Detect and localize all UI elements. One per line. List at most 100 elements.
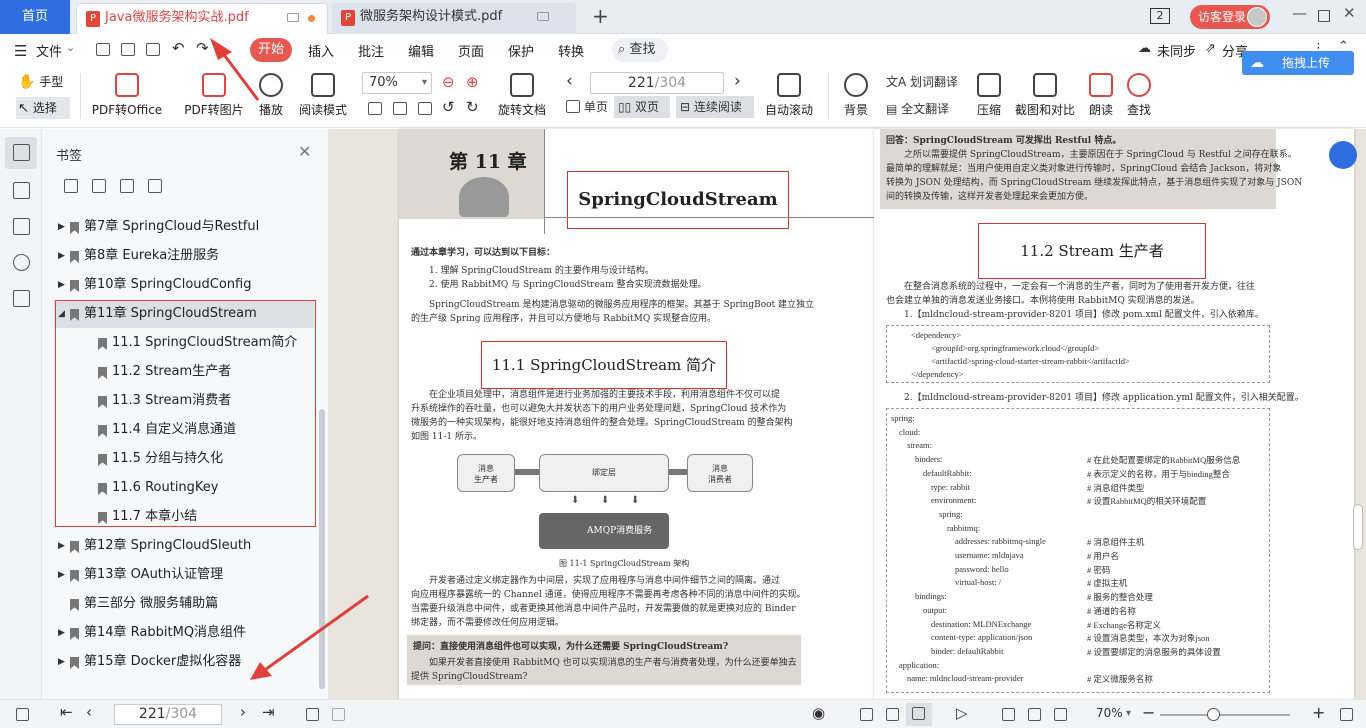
fit-width-icon[interactable] xyxy=(1054,708,1067,721)
comment-icon[interactable] xyxy=(13,218,30,235)
screen-icon[interactable] xyxy=(287,13,299,22)
fit-page-icon[interactable] xyxy=(393,102,407,115)
rotate-left-icon[interactable]: ↺ xyxy=(442,98,455,116)
bookmark-item[interactable]: ▶ 第12章 SpringCloudSleuth xyxy=(54,532,314,560)
fit-page-icon[interactable] xyxy=(1028,708,1041,721)
bookmark-item[interactable]: 第三部分 微服务辅助篇 xyxy=(54,590,314,618)
file-menu[interactable]: 文件 xyxy=(36,41,62,60)
share-icon[interactable]: ⇗ xyxy=(1205,41,1216,56)
menu-protect[interactable]: 保护 xyxy=(508,41,534,60)
bookmark-outline-icon[interactable] xyxy=(148,179,162,193)
chevron-down-icon[interactable]: ⌄ xyxy=(66,41,75,54)
screenshot-compare-button[interactable]: 截图和对比 xyxy=(1012,73,1078,118)
menu-convert[interactable]: 转换 xyxy=(558,41,584,60)
expand-arrow-icon[interactable]: ▶ xyxy=(58,648,65,676)
prev-page-icon[interactable]: ‹ xyxy=(86,703,92,721)
bookmark-item[interactable]: ▶ 第7章 SpringCloud与Restful xyxy=(54,213,314,241)
save-icon[interactable] xyxy=(121,43,135,56)
sidebar-toggle-icon[interactable] xyxy=(16,708,29,721)
bookmark-item[interactable]: ▶ 第10章 SpringCloudConfig xyxy=(54,271,314,299)
floating-assistant-button[interactable] xyxy=(1329,141,1357,169)
auto-scroll-button[interactable]: 自动滚动 xyxy=(760,73,818,118)
zoom-out-icon[interactable]: ⊖ xyxy=(442,73,455,91)
menu-edit[interactable]: 编辑 xyxy=(408,41,434,60)
pdf-to-image-button[interactable]: PDF转图片 xyxy=(182,73,246,118)
bookmark-panel-tab[interactable] xyxy=(5,137,37,169)
next-page-icon[interactable]: › xyxy=(734,71,741,91)
sync-status[interactable]: 未同步 xyxy=(1157,41,1196,60)
rotate-document-button[interactable]: 旋转文档 xyxy=(494,73,550,118)
redo-icon[interactable]: ↷ xyxy=(196,39,209,57)
close-icon[interactable]: ✕ xyxy=(1343,4,1356,22)
back-icon[interactable] xyxy=(306,708,319,721)
expand-arrow-icon[interactable]: ▶ xyxy=(58,619,65,647)
search-button[interactable]: ⌕ 查找 xyxy=(612,38,668,62)
scrollbar[interactable] xyxy=(319,409,325,689)
rotate-right-icon[interactable]: ↻ xyxy=(466,98,479,116)
drag-upload-button[interactable]: ☁ 拖拽上传 xyxy=(1242,51,1354,75)
expand-arrow-icon[interactable]: ▶ xyxy=(58,213,65,241)
menu-insert[interactable]: 插入 xyxy=(308,41,334,60)
compress-button[interactable]: 压缩 xyxy=(972,73,1006,118)
last-page-icon[interactable]: ⇥ xyxy=(262,703,275,721)
bookmark-item[interactable]: ▶ 第14章 RabbitMQ消息组件 xyxy=(54,619,314,647)
window-count-badge[interactable]: 2 xyxy=(1150,8,1170,24)
document-tab-active[interactable]: P Java微服务架构实战.pdf xyxy=(76,3,328,34)
play-icon[interactable]: ▷ xyxy=(956,704,968,722)
expand-arrow-icon[interactable]: ▶ xyxy=(58,561,65,589)
zoom-slider-knob[interactable] xyxy=(1207,708,1220,721)
find-button[interactable]: 查找 xyxy=(1124,73,1154,118)
read-aloud-button[interactable]: 朗读 xyxy=(1086,73,1116,118)
read-mode-button[interactable]: 阅读模式 xyxy=(296,73,350,118)
bookmark-item[interactable]: ▶ 第8章 Eureka注册服务 xyxy=(54,242,314,270)
minimize-icon[interactable]: — xyxy=(1292,4,1307,22)
add-bookmark-icon[interactable] xyxy=(64,179,78,193)
double-page-view-icon[interactable] xyxy=(886,708,899,721)
play-button[interactable]: 播放 xyxy=(254,73,288,118)
single-page-button[interactable]: 单页 xyxy=(566,98,608,115)
word-translate-button[interactable]: 文A 划词翻译 xyxy=(886,73,958,90)
select-tool[interactable]: ↖ 选择 xyxy=(16,97,70,119)
document-scrollbar[interactable] xyxy=(1353,504,1363,550)
guest-login-button[interactable]: 访客登录 xyxy=(1190,5,1270,29)
home-tab[interactable]: 首页 xyxy=(0,0,70,34)
single-page-view-icon[interactable] xyxy=(860,708,873,721)
menu-annotate[interactable]: 批注 xyxy=(358,41,384,60)
actual-size-icon[interactable] xyxy=(368,102,382,115)
zoom-level[interactable]: 70% xyxy=(1096,706,1123,720)
menu-start-tab[interactable]: 开始 xyxy=(250,38,292,62)
expand-arrow-icon[interactable]: ▶ xyxy=(58,532,65,560)
zoom-select[interactable]: 70% ▾ xyxy=(362,72,432,94)
document-tab[interactable]: P 微服务架构设计模式.pdf xyxy=(332,3,576,34)
page-number-input[interactable]: 221/304 xyxy=(590,72,724,94)
new-tab-button[interactable]: + xyxy=(592,4,609,28)
bookmark-item[interactable]: ▶ 第13章 OAuth认证管理 xyxy=(54,561,314,589)
pdf-to-office-button[interactable]: PDF转Office xyxy=(86,73,168,118)
screen-icon[interactable] xyxy=(537,12,549,21)
full-translate-button[interactable]: ▤ 全文翻译 xyxy=(886,100,949,117)
remove-bookmark-icon[interactable] xyxy=(92,179,106,193)
bookmark-add-icon[interactable] xyxy=(120,179,134,193)
close-icon[interactable]: ✕ xyxy=(298,142,311,161)
background-button[interactable]: 背景 xyxy=(838,73,874,118)
expand-arrow-icon[interactable]: ▶ xyxy=(58,271,65,299)
cloud-icon[interactable]: ☁ xyxy=(1138,41,1151,56)
hand-tool[interactable]: ✋ 手型 xyxy=(18,73,68,90)
forward-icon[interactable] xyxy=(332,708,345,721)
fit-width-icon[interactable] xyxy=(418,102,432,115)
zoom-out-button[interactable]: − xyxy=(1142,703,1155,722)
eye-protection-icon[interactable]: ◉ xyxy=(812,704,825,722)
signature-icon[interactable] xyxy=(13,290,30,307)
actual-size-icon[interactable] xyxy=(1002,708,1015,721)
zoom-in-icon[interactable]: ⊕ xyxy=(466,73,479,91)
book-view-button[interactable] xyxy=(906,703,932,726)
open-folder-icon[interactable] xyxy=(96,43,110,56)
chevron-down-icon[interactable]: ▾ xyxy=(1126,708,1131,719)
bookmark-item[interactable]: ▶ 第15章 Docker虚拟化容器 xyxy=(54,648,314,676)
next-page-icon[interactable]: › xyxy=(240,703,246,721)
status-page-input[interactable]: 221/304 xyxy=(114,704,222,725)
zoom-in-button[interactable]: + xyxy=(1312,703,1325,722)
attachment-icon[interactable] xyxy=(13,254,30,271)
zoom-slider-track[interactable] xyxy=(1160,714,1290,716)
print-icon[interactable] xyxy=(146,43,160,56)
